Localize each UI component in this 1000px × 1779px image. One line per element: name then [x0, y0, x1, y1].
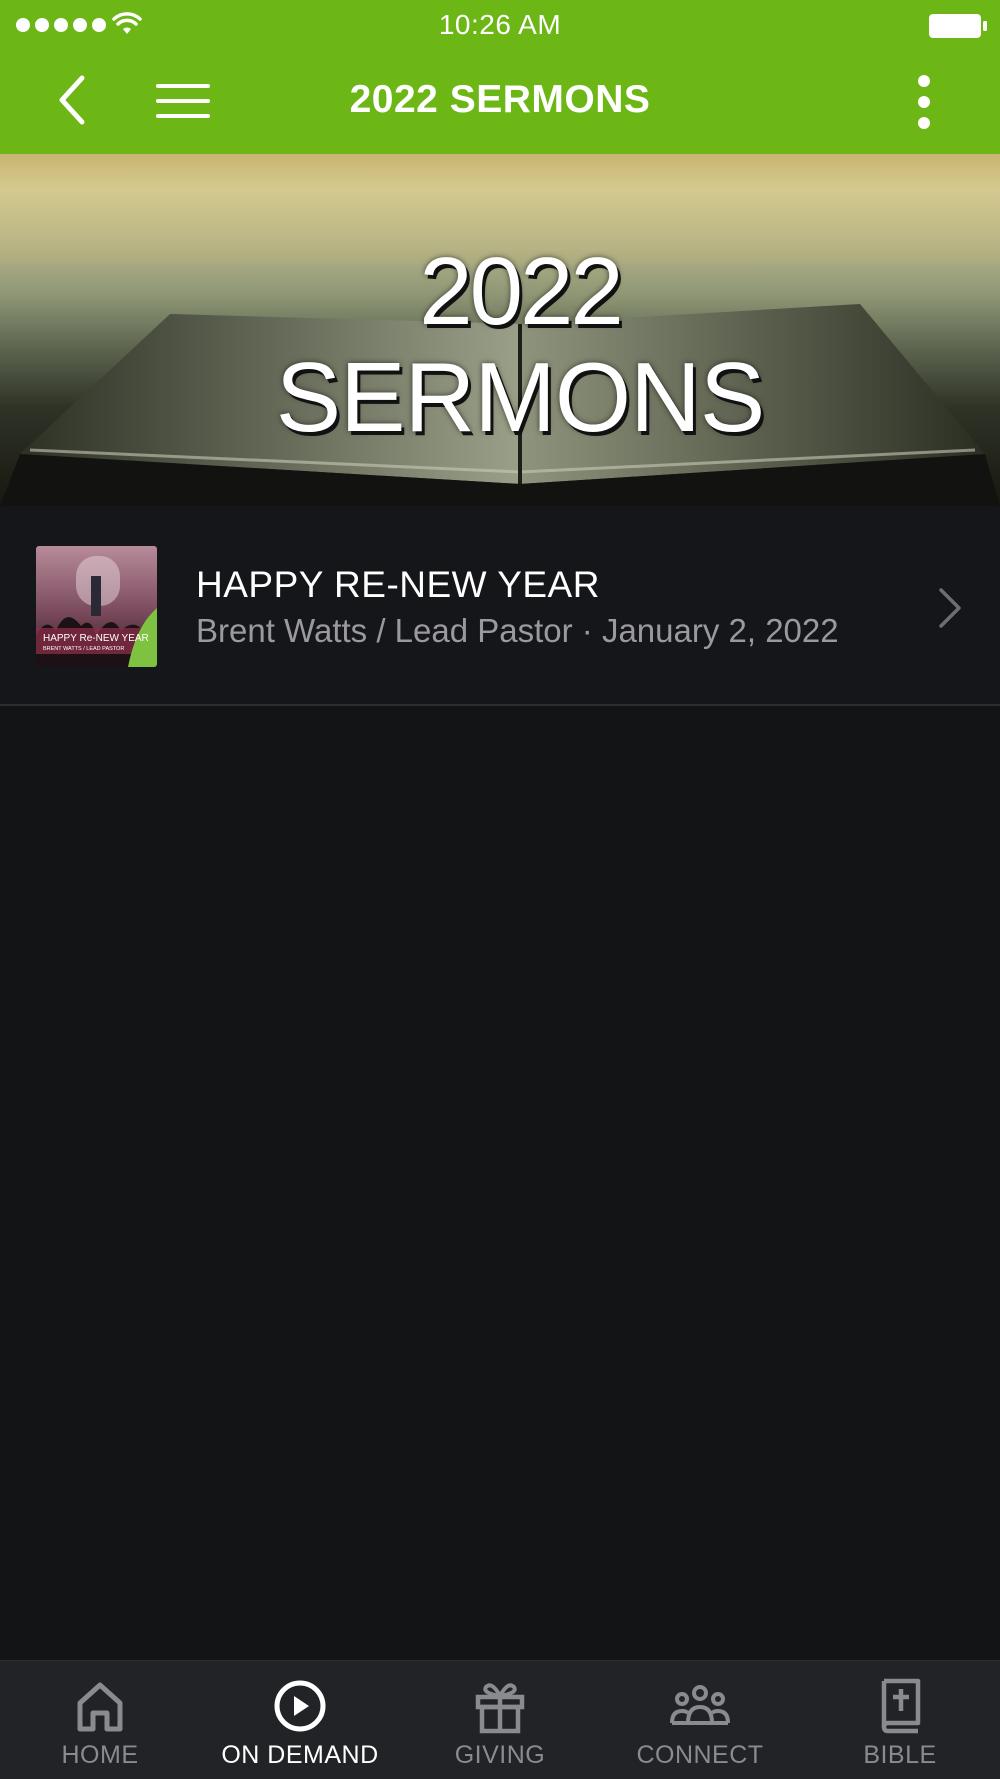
hero-label: SERMONS — [275, 342, 766, 452]
tab-giving[interactable]: GIVING — [400, 1661, 600, 1779]
tab-on-demand-label: ON DEMAND — [221, 1741, 379, 1769]
battery-icon — [929, 14, 987, 38]
sermon-thumbnail: HAPPY Re-NEW YEAR BRENT WATTS / LEAD PAS… — [36, 546, 157, 667]
top-bar: 10:26 AM 2022 SERMONS — [0, 0, 1000, 154]
tab-connect[interactable]: CONNECT — [600, 1661, 800, 1779]
sermon-title: HAPPY RE-NEW YEAR — [196, 564, 600, 605]
tab-home[interactable]: HOME — [0, 1661, 200, 1779]
play-circle-icon — [274, 1680, 326, 1732]
sermon-list-item[interactable]: HAPPY Re-NEW YEAR BRENT WATTS / LEAD PAS… — [0, 506, 1000, 706]
page-title: 2022 SERMONS — [349, 78, 651, 121]
back-button[interactable] — [48, 72, 100, 128]
tab-giving-label: GIVING — [454, 1741, 546, 1769]
bible-icon — [881, 1678, 921, 1734]
status-bar: 10:26 AM — [0, 0, 1000, 50]
status-time: 10:26 AM — [438, 9, 562, 40]
hero-year: 2022 — [419, 238, 624, 345]
tab-on-demand[interactable]: ON DEMAND — [200, 1661, 400, 1779]
bottom-tab-bar: HOME ON DEMAND GIVING CONNECT BIBLE — [0, 1660, 1000, 1779]
chevron-right-icon — [939, 588, 961, 628]
svg-text:HAPPY Re-NEW YEAR: HAPPY Re-NEW YEAR — [43, 633, 149, 644]
sermon-subtitle: Brent Watts / Lead Pastor · January 2, 2… — [196, 612, 839, 649]
more-options-button[interactable] — [902, 70, 946, 134]
hamburger-menu-button[interactable] — [150, 76, 216, 126]
svg-text:BRENT WATTS / LEAD PASTOR: BRENT WATTS / LEAD PASTOR — [43, 646, 124, 652]
gift-icon — [475, 1683, 525, 1734]
home-icon — [77, 1682, 123, 1732]
tab-bible-label: BIBLE — [863, 1741, 937, 1769]
hero-banner: 2022 SERMONS — [0, 154, 1000, 506]
tab-bible[interactable]: BIBLE — [800, 1661, 1000, 1779]
tab-connect-label: CONNECT — [636, 1741, 764, 1769]
tab-home-label: HOME — [61, 1741, 139, 1769]
navigation-bar: 2022 SERMONS — [0, 50, 1000, 154]
people-icon — [670, 1685, 730, 1725]
